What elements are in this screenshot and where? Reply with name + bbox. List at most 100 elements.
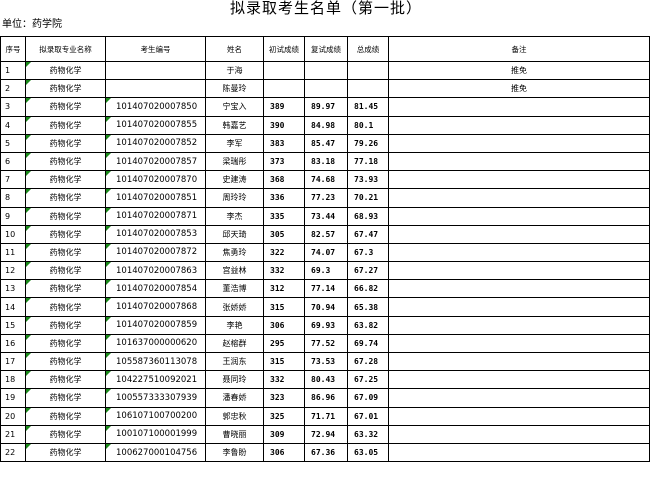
cell-name: 韩嘉艺 [205, 115, 264, 135]
cell-candidate-id: 100107100001999 [105, 424, 206, 444]
cell-note [388, 279, 650, 299]
cell-name: 梁瑞彤 [205, 151, 264, 172]
cell-major: 药物化学 [25, 370, 106, 390]
cell-retest-score: 67.36 [304, 442, 348, 463]
cell-note [388, 97, 650, 117]
cell-name: 王润东 [205, 351, 264, 372]
cell-candidate-id [105, 79, 206, 99]
cell-note [388, 261, 650, 281]
cell-initial-score: 295 [263, 333, 305, 354]
col-header-retest-score: 复试成绩 [304, 36, 348, 62]
cell-initial-score: 368 [263, 170, 305, 190]
col-header-major: 拟录取专业名称 [25, 36, 106, 62]
cell-total-score: 63.82 [347, 315, 389, 335]
unit-label: 单位：药学院 [2, 19, 62, 30]
cell-retest-score: 89.97 [304, 97, 348, 117]
cell-no: 5 [0, 133, 26, 153]
cell-major: 药物化学 [25, 60, 106, 81]
cell-major: 药物化学 [25, 388, 106, 408]
table-row: 5 药物化学 101407020007852 李军 383 85.47 79.26 [0, 133, 650, 153]
cell-note [388, 333, 650, 354]
cell-name: 陈曼玲 [205, 79, 264, 99]
cell-candidate-id: 101407020007859 [105, 315, 206, 335]
cell-total-score: 73.93 [347, 170, 389, 190]
cell-no: 20 [0, 406, 26, 426]
cell-candidate-id: 101407020007853 [105, 224, 206, 244]
table-row: 14 药物化学 101407020007868 张娇娇 315 70.94 65.38 [0, 297, 650, 317]
cell-total-score: 66.82 [347, 279, 389, 299]
cell-no: 19 [0, 388, 26, 408]
cell-initial-score: 332 [263, 261, 305, 281]
table-row: 2 药物化学 陈曼玲 推免 [0, 79, 650, 99]
cell-note [388, 424, 650, 444]
cell-name: 郭忠秋 [205, 406, 264, 426]
cell-candidate-id: 100557333307939 [105, 388, 206, 408]
cell-major: 药物化学 [25, 351, 106, 372]
cell-note [388, 151, 650, 172]
col-header-total-score: 总成绩 [347, 36, 389, 62]
cell-name: 李军 [205, 133, 264, 153]
cell-name: 于海 [205, 60, 264, 81]
cell-note: 推免 [388, 79, 650, 99]
cell-note [388, 388, 650, 408]
cell-no: 4 [0, 115, 26, 135]
cell-note [388, 133, 650, 153]
col-header-candidate-id: 考生编号 [105, 36, 206, 62]
cell-no: 18 [0, 370, 26, 390]
cell-note [388, 351, 650, 372]
table-row: 12 药物化学 101407020007863 宫益林 332 69.3 67.27 [0, 261, 650, 281]
cell-total-score: 67.3 [347, 242, 389, 263]
cell-initial-score: 335 [263, 206, 305, 226]
cell-name: 潘春娇 [205, 388, 264, 408]
cell-no: 10 [0, 224, 26, 244]
cell-retest-score: 69.3 [304, 261, 348, 281]
cell-total-score: 67.01 [347, 406, 389, 426]
page-title: 拟录取考生名单（第一批） [229, 0, 422, 17]
table-row: 19 药物化学 100557333307939 潘春娇 323 86.96 67.09 [0, 388, 650, 408]
admission-table: 序号 拟录取专业名称 考生编号 姓名 初试成绩 复试成绩 总成绩 备注 1 药物化… [0, 36, 650, 463]
cell-name: 邱天琦 [205, 224, 264, 244]
cell-no: 17 [0, 351, 26, 372]
table-row: 18 药物化学 104227510092021 聂同玲 332 80.43 67.25 [0, 370, 650, 390]
table-row: 3 药物化学 101407020007850 宁宝入 389 89.97 81.45 [0, 97, 650, 117]
cell-total-score: 63.05 [347, 442, 389, 463]
cell-candidate-id: 101637000000620 [105, 333, 206, 354]
cell-major: 药物化学 [25, 224, 106, 244]
cell-note [388, 188, 650, 208]
table-row: 13 药物化学 101407020007854 董浩博 312 77.14 66.82 [0, 279, 650, 299]
cell-note [388, 170, 650, 190]
table-row: 6 药物化学 101407020007857 梁瑞彤 373 83.18 77.18 [0, 151, 650, 172]
cell-major: 药物化学 [25, 297, 106, 317]
cell-initial-score: 325 [263, 406, 305, 426]
cell-total-score: 67.27 [347, 261, 389, 281]
cell-no: 1 [0, 60, 26, 81]
cell-name: 赵榕群 [205, 333, 264, 354]
cell-note [388, 315, 650, 335]
cell-total-score: 67.28 [347, 351, 389, 372]
cell-total-score: 80.1 [347, 115, 389, 135]
cell-candidate-id: 101407020007868 [105, 297, 206, 317]
cell-candidate-id: 101407020007870 [105, 170, 206, 190]
cell-total-score: 68.93 [347, 206, 389, 226]
cell-candidate-id: 105587360113078 [105, 351, 206, 372]
cell-name: 宁宝入 [205, 97, 264, 117]
cell-no: 21 [0, 424, 26, 444]
cell-no: 15 [0, 315, 26, 335]
cell-name: 李杰 [205, 206, 264, 226]
cell-name: 焦勇玲 [205, 242, 264, 263]
cell-note [388, 370, 650, 390]
table-row: 4 药物化学 101407020007855 韩嘉艺 390 84.98 80.1 [0, 115, 650, 135]
cell-no: 12 [0, 261, 26, 281]
cell-no: 11 [0, 242, 26, 263]
cell-name: 宫益林 [205, 261, 264, 281]
cell-initial-score: 306 [263, 315, 305, 335]
cell-initial-score: 309 [263, 424, 305, 444]
cell-retest-score: 71.71 [304, 406, 348, 426]
cell-no: 6 [0, 151, 26, 172]
header-row: 序号 拟录取专业名称 考生编号 姓名 初试成绩 复试成绩 总成绩 备注 [0, 36, 650, 62]
cell-initial-score: 305 [263, 224, 305, 244]
cell-no: 7 [0, 170, 26, 190]
cell-retest-score: 82.57 [304, 224, 348, 244]
cell-retest-score [304, 79, 348, 99]
cell-total-score: 69.74 [347, 333, 389, 354]
